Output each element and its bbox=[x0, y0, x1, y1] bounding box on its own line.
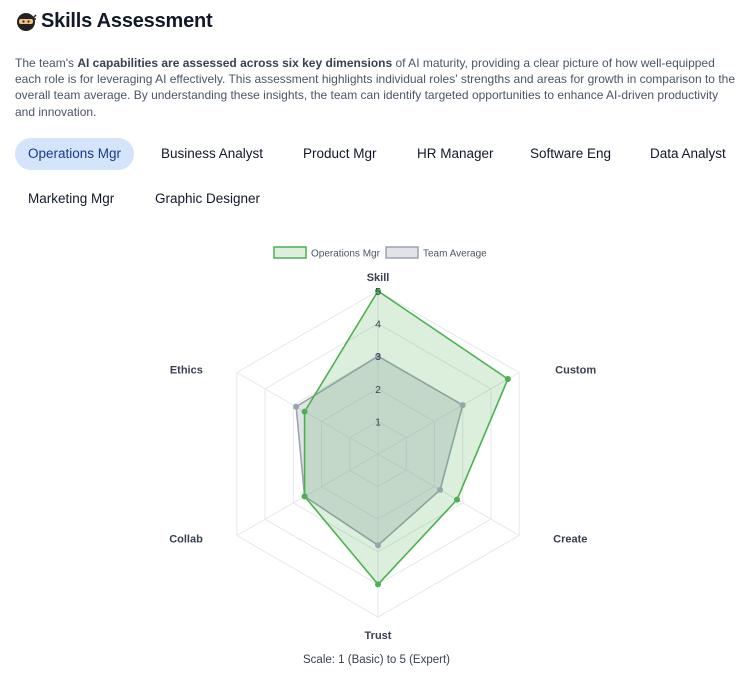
data-point bbox=[301, 408, 308, 415]
tab-marketing-mgr[interactable]: Marketing Mgr bbox=[15, 183, 127, 215]
data-point bbox=[459, 402, 466, 409]
scale-note: Scale: 1 (Basic) to 5 (Expert) bbox=[303, 654, 450, 666]
legend-label: Team Average bbox=[423, 249, 487, 260]
legend-swatch bbox=[385, 246, 419, 259]
data-point bbox=[437, 486, 444, 493]
radial-tick-label: 5 bbox=[375, 286, 381, 298]
tab-data-analyst[interactable]: Data Analyst bbox=[637, 138, 739, 170]
radial-tick-label: 3 bbox=[375, 351, 381, 363]
axis-label: Ethics bbox=[170, 365, 203, 377]
data-point bbox=[293, 403, 300, 410]
tab-business-analyst[interactable]: Business Analyst bbox=[148, 138, 276, 170]
intro-paragraph: The team's AI capabilities are assessed … bbox=[15, 55, 737, 120]
intro-text-start: The team's bbox=[15, 56, 78, 70]
intro-text-bold: AI capabilities are assessed across six … bbox=[77, 56, 393, 70]
tab-graphic-designer[interactable]: Graphic Designer bbox=[142, 183, 273, 215]
radial-tick-label: 2 bbox=[375, 384, 381, 396]
axis-label: Skill bbox=[367, 272, 390, 284]
axis-label: Create bbox=[553, 534, 587, 546]
data-point bbox=[375, 581, 381, 588]
radar-chart-container: 1 2 3 4 5 Skill Custom Create Trust Collab Ethics O… bbox=[0, 236, 753, 680]
axis-label: Trust bbox=[365, 630, 392, 642]
tab-product-mgr[interactable]: Product Mgr bbox=[290, 138, 390, 170]
radar-chart: 1 2 3 4 5 Skill Custom Create Trust Collab Ethics O… bbox=[169, 246, 596, 642]
ninja-icon bbox=[17, 12, 37, 31]
data-point bbox=[301, 493, 308, 500]
legend-label: Operations Mgr bbox=[311, 249, 381, 260]
axis-label: Collab bbox=[169, 534, 203, 546]
data-point bbox=[504, 376, 511, 383]
radial-tick-label: 1 bbox=[375, 416, 381, 428]
series-area bbox=[303, 290, 509, 586]
axis-label: Custom bbox=[555, 365, 596, 377]
tab-software-eng[interactable]: Software Eng bbox=[517, 138, 624, 170]
tab-hr-manager[interactable]: HR Manager bbox=[404, 138, 507, 170]
data-point bbox=[375, 542, 381, 549]
tab-operations-mgr[interactable]: Operations Mgr bbox=[15, 138, 135, 170]
title-row: Skills Assessment bbox=[15, 10, 213, 33]
radial-tick-label: 4 bbox=[375, 319, 381, 331]
page-title: Skills Assessment bbox=[41, 10, 213, 32]
data-point bbox=[454, 496, 461, 503]
legend-swatch bbox=[273, 246, 307, 259]
